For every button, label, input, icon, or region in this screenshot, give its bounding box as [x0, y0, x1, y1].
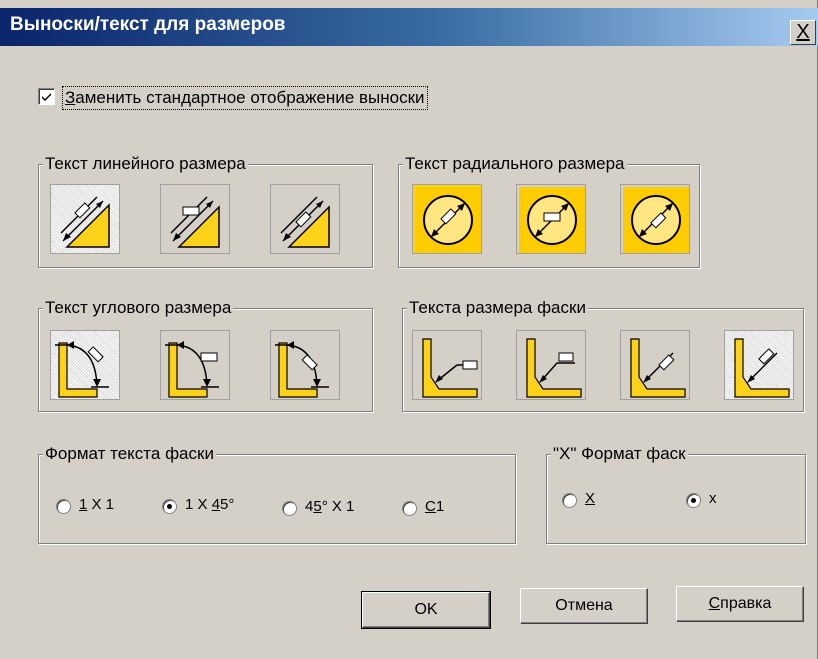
linear-text-horizontal-icon	[170, 196, 220, 248]
linear-text-aligned-icon	[280, 196, 330, 248]
dialog-title: Выноски/текст для размеров	[10, 14, 286, 35]
linear-text-above-button[interactable]	[50, 184, 120, 254]
radio-format-45x1-circle[interactable]	[282, 501, 297, 516]
chamfer-leader-boxed-icon	[526, 338, 582, 398]
radial-text-aligned-icon	[415, 187, 481, 253]
angular-text-above-button[interactable]	[270, 330, 340, 400]
ok-button[interactable]: OK	[361, 591, 491, 629]
radio-x-upper-label[interactable]: X	[585, 490, 595, 507]
title-bar: Выноски/текст для размеров X	[0, 8, 818, 46]
angular-text-aligned-button[interactable]	[50, 330, 120, 400]
close-icon: X	[796, 21, 810, 43]
linear-text-aligned-button[interactable]	[270, 184, 340, 254]
checkmark-icon	[42, 93, 51, 101]
close-button[interactable]: X	[790, 20, 816, 45]
group-x-format-title: "X" Формат фаск	[551, 444, 688, 464]
linear-text-horizontal-button[interactable]	[160, 184, 230, 254]
group-chamfer-format-title: Формат текста фаски	[43, 444, 216, 464]
angular-text-horizontal-icon	[165, 341, 219, 398]
radio-format-45x1-label[interactable]: 45° X 1	[305, 498, 354, 515]
radial-text-aligned-button[interactable]	[412, 184, 482, 254]
help-button[interactable]: Справка	[676, 586, 804, 622]
angular-text-aligned-icon	[55, 341, 109, 398]
radio-format-1x1-label[interactable]: 1 X 1	[79, 496, 114, 513]
replace-leader-label[interactable]: Заменить стандартное отображение выноски	[62, 86, 428, 110]
radio-format-c1-circle[interactable]	[402, 501, 417, 516]
group-chamfer-title: Текста размера фаски	[407, 298, 588, 318]
group-radial-title: Текст радиального размера	[403, 154, 627, 174]
radio-format-1x45-label[interactable]: 1 X 45°	[185, 496, 234, 513]
angular-text-horizontal-button[interactable]	[160, 330, 230, 400]
radial-text-horizontal-icon	[519, 187, 585, 253]
group-angular-title: Текст углового размера	[43, 298, 234, 318]
radio-format-1x45-circle[interactable]	[162, 499, 177, 514]
radial-text-inline-button[interactable]	[620, 184, 690, 254]
radio-x-upper-circle[interactable]	[562, 493, 577, 508]
radio-format-1x1-circle[interactable]	[56, 499, 71, 514]
linear-text-above-icon	[60, 196, 110, 248]
chamfer-leader-aligned-button[interactable]	[620, 330, 690, 400]
angular-text-above-icon	[275, 341, 329, 398]
chamfer-leader-aligned-icon	[630, 338, 686, 398]
radial-text-inline-icon	[623, 187, 689, 253]
dialog-window: Выноски/текст для размеров X Заменить ст…	[0, 0, 818, 659]
radial-text-horizontal-button[interactable]	[516, 184, 586, 254]
radio-x-lower-circle[interactable]	[686, 493, 701, 508]
radio-x-lower-label[interactable]: x	[709, 490, 717, 507]
chamfer-leader-horizontal-button[interactable]	[412, 330, 482, 400]
chamfer-leader-above-button[interactable]	[724, 330, 794, 400]
chamfer-leader-horizontal-icon	[422, 338, 478, 398]
radio-format-c1-label[interactable]: C1	[425, 498, 444, 515]
chamfer-leader-above-icon	[734, 338, 790, 398]
group-linear-title: Текст линейного размера	[43, 154, 248, 174]
replace-leader-checkbox[interactable]	[38, 88, 55, 105]
chamfer-leader-boxed-button[interactable]	[516, 330, 586, 400]
cancel-button[interactable]: Отмена	[520, 588, 648, 624]
